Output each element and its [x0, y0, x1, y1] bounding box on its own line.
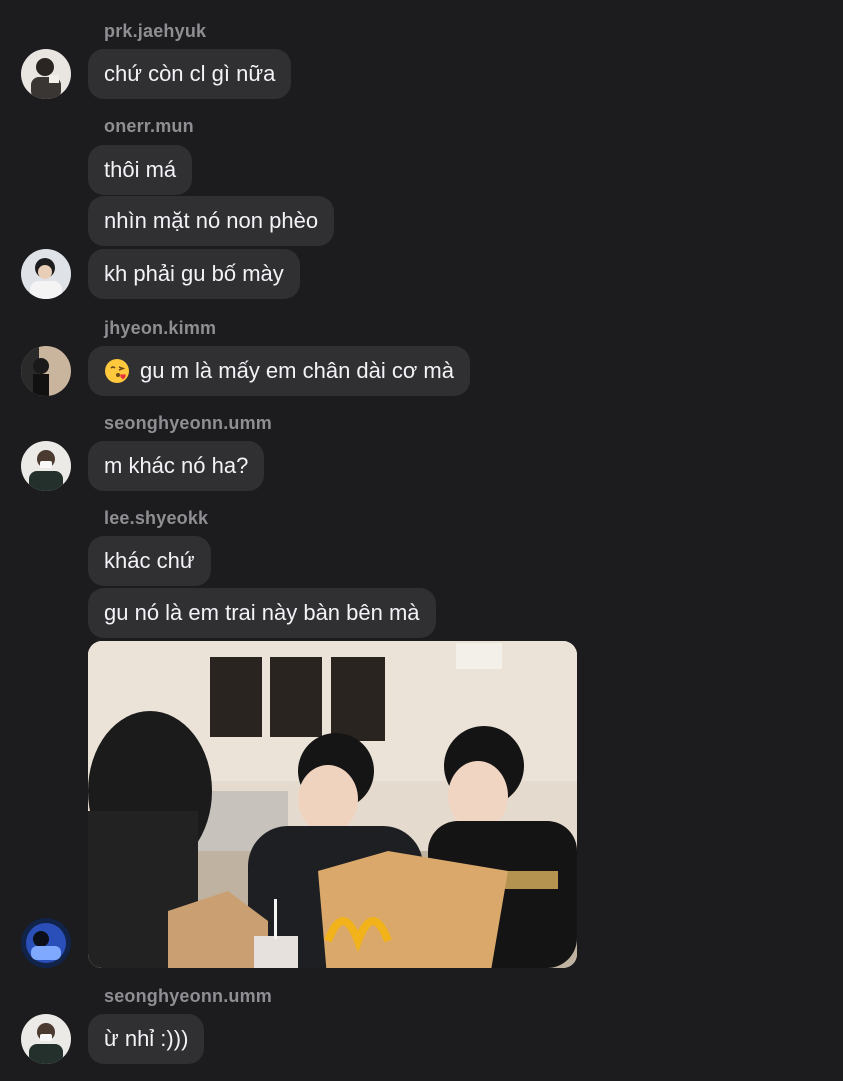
message-bubble[interactable]: gu m là mấy em chân dài cơ mà: [88, 346, 470, 396]
photo-image: [88, 641, 577, 968]
avatar[interactable]: [21, 441, 71, 491]
avatar[interactable]: [21, 49, 71, 99]
message-text: gu m là mấy em chân dài cơ mà: [140, 358, 454, 383]
message-bubble[interactable]: nhìn mặt nó non phèo: [88, 196, 335, 246]
chat-thread: prk.jaehyuk chứ còn cl gì nữa onerr.mun …: [0, 0, 843, 1081]
message-bubble[interactable]: thôi má: [88, 145, 193, 195]
photo-attachment[interactable]: [88, 641, 577, 968]
avatar[interactable]: [21, 1014, 71, 1064]
sender-username[interactable]: seonghyeonn.umm: [104, 986, 272, 1007]
sender-username[interactable]: onerr.mun: [104, 116, 194, 137]
avatar[interactable]: [21, 249, 71, 299]
sender-username[interactable]: lee.shyeokk: [104, 508, 208, 529]
message-bubble[interactable]: ừ nhỉ :))): [88, 1014, 205, 1064]
sender-username[interactable]: seonghyeonn.umm: [104, 413, 272, 434]
avatar[interactable]: [21, 346, 71, 396]
avatar[interactable]: [21, 918, 71, 968]
message-bubble[interactable]: m khác nó ha?: [88, 441, 265, 491]
message-bubble[interactable]: gu nó là em trai này bàn bên mà: [88, 588, 436, 638]
message-bubble[interactable]: khác chứ: [88, 536, 211, 586]
sender-username[interactable]: jhyeon.kimm: [104, 318, 216, 339]
face-blowing-kiss-icon: [104, 358, 130, 384]
message-bubble[interactable]: kh phải gu bố mày: [88, 249, 300, 299]
message-bubble[interactable]: chứ còn cl gì nữa: [88, 49, 292, 99]
sender-username[interactable]: prk.jaehyuk: [104, 21, 206, 42]
